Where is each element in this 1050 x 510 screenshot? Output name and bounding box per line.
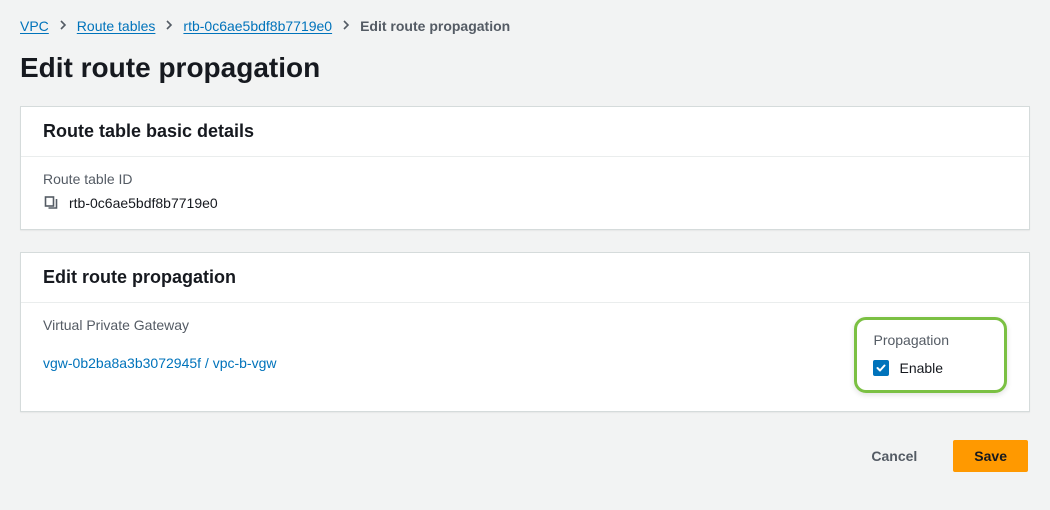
breadcrumb-link-vpc[interactable]: VPC — [20, 18, 49, 34]
enable-label: Enable — [899, 360, 943, 376]
panel-basic-details: Route table basic details Route table ID… — [20, 106, 1030, 230]
panel-title-edit-propagation: Edit route propagation — [43, 267, 1007, 288]
route-table-id-label: Route table ID — [43, 171, 1007, 187]
panel-body: Route table ID rtb-0c6ae5bdf8b7719e0 — [21, 157, 1029, 229]
panel-header: Edit route propagation — [21, 253, 1029, 303]
cancel-button[interactable]: Cancel — [851, 441, 937, 471]
vgw-label: Virtual Private Gateway — [43, 317, 506, 333]
action-row: Cancel Save — [20, 434, 1030, 478]
chevron-right-icon — [165, 18, 173, 34]
propagation-highlight: Propagation Enable — [854, 317, 1007, 393]
panel-title-basic-details: Route table basic details — [43, 121, 1007, 142]
panel-body: Virtual Private Gateway vgw-0b2ba8a3b307… — [21, 303, 1029, 411]
panel-edit-propagation: Edit route propagation Virtual Private G… — [20, 252, 1030, 412]
vgw-link[interactable]: vgw-0b2ba8a3b3072945f / vpc-b-vgw — [43, 355, 277, 371]
route-table-id-row: rtb-0c6ae5bdf8b7719e0 — [43, 195, 1007, 211]
page-title: Edit route propagation — [20, 52, 1030, 84]
panel-header: Route table basic details — [21, 107, 1029, 157]
copy-icon[interactable] — [43, 195, 59, 211]
route-table-id-value: rtb-0c6ae5bdf8b7719e0 — [69, 195, 218, 211]
breadcrumb-link-rtb-id[interactable]: rtb-0c6ae5bdf8b7719e0 — [183, 18, 332, 34]
breadcrumb: VPC Route tables rtb-0c6ae5bdf8b7719e0 E… — [20, 18, 1030, 34]
propagation-label: Propagation — [873, 332, 949, 348]
chevron-right-icon — [342, 18, 350, 34]
save-button[interactable]: Save — [953, 440, 1028, 472]
chevron-right-icon — [59, 18, 67, 34]
breadcrumb-link-route-tables[interactable]: Route tables — [77, 18, 156, 34]
breadcrumb-current: Edit route propagation — [360, 18, 510, 34]
enable-checkbox[interactable] — [873, 360, 889, 376]
